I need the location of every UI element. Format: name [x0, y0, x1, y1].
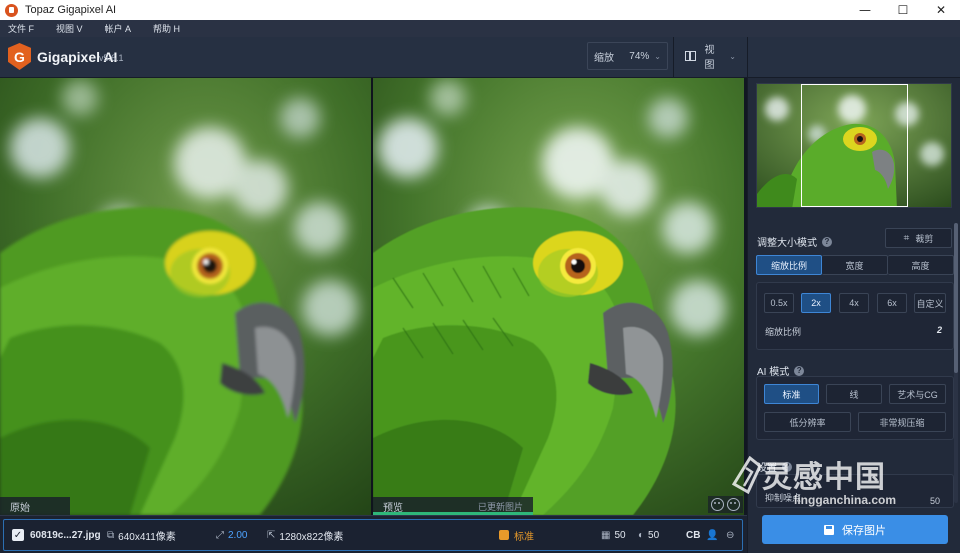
window-controls: — ☐ ✕	[846, 0, 960, 20]
zoom-dropdown[interactable]: 缩放 74% ⌄	[587, 42, 668, 70]
menu-bar: 文件 F 视图 V 帐户 A 帮助 H	[0, 20, 960, 37]
export-icon: ⇱	[267, 529, 276, 541]
chevron-down-icon: ⌄	[654, 51, 661, 61]
crop-icon: ⌗	[903, 232, 910, 244]
menu-file[interactable]: 文件 F	[8, 22, 34, 35]
image-viewer[interactable]: 原始 预览 已更新图片	[0, 78, 747, 515]
split-view-icon	[685, 51, 697, 61]
remove-file-icon[interactable]: ⊖	[726, 530, 738, 541]
menu-view[interactable]: 视图 V	[56, 22, 83, 35]
file-select-checkbox[interactable]: ✓	[12, 529, 24, 541]
scale-factor: ⤢ 2.00	[216, 530, 247, 541]
scale-4x-button[interactable]: 4x	[839, 293, 869, 313]
compare-feedback-icons	[708, 496, 743, 513]
parrot-preview-image	[373, 78, 744, 515]
original-label: 原始	[0, 497, 70, 515]
view-dropdown[interactable]: 视图 ⌄	[677, 42, 744, 71]
tab-height[interactable]: 高度	[888, 255, 954, 275]
scale-ratio-value: 2	[937, 325, 943, 335]
noise-value-text: 50	[614, 529, 626, 541]
menu-account[interactable]: 帐户 A	[105, 22, 132, 35]
suppress-noise-value: 50	[930, 496, 941, 506]
smile-icon[interactable]	[711, 498, 724, 511]
save-image-label: 保存图片	[842, 524, 886, 537]
toolbar-divider	[747, 37, 748, 78]
panel-scroll-thumb[interactable]	[954, 223, 958, 373]
file-status-bar: ✓ 60819c...27.jpg ⧉ 640x411像素 ⤢ 2.00 ⇱ 1…	[0, 515, 747, 553]
expand-icon: ⤢	[216, 529, 224, 541]
app-version: v5.6.1	[99, 53, 124, 63]
app-toolbar: G Gigapixel AI v5.6.1 缩放 74% ⌄ 视图 ⌄	[0, 37, 960, 78]
output-size-text: 1280x822像素	[279, 531, 344, 543]
settings-title: 设置 ?	[757, 459, 792, 474]
menu-help[interactable]: 帮助 H	[153, 22, 180, 35]
scale-6x-button[interactable]: 6x	[877, 293, 907, 313]
scale-ratio-label: 缩放比例	[765, 327, 802, 337]
file-name: 60819c...27.jpg	[30, 529, 101, 541]
panel-scrollbar[interactable]	[954, 223, 958, 503]
scale-2x-button[interactable]: 2x	[801, 293, 831, 313]
help-icon[interactable]: ?	[822, 236, 832, 247]
ai-mode-art-cg-button[interactable]: 艺术与CG	[889, 384, 946, 404]
original-image-pane[interactable]	[0, 78, 371, 515]
resize-mode-title: 调整大小模式 ?	[757, 234, 832, 249]
crop-button[interactable]: ⌗ 裁剪	[885, 228, 952, 248]
blur-icon: ◐	[638, 529, 645, 541]
settings-title-text: 设置	[757, 463, 777, 474]
color-label: CB	[686, 529, 701, 541]
navigator-thumbnail[interactable]	[756, 83, 952, 208]
scale-custom-button[interactable]: 自定义	[914, 293, 946, 313]
window-title: Topaz Gigapixel AI	[25, 4, 117, 16]
app-logo-icon	[5, 3, 18, 17]
settings-panel: 调整大小模式 ? ⌗ 裁剪 缩放比例 宽度 高度 0.5x 2x 4x 6x 自…	[747, 78, 960, 553]
maximize-button[interactable]: ☐	[884, 0, 922, 20]
help-icon[interactable]: ?	[794, 365, 805, 376]
resize-mode-title-text: 调整大小模式	[757, 238, 817, 249]
save-image-button[interactable]: 保存图片	[762, 515, 948, 544]
preview-image-pane[interactable]	[373, 78, 744, 515]
ai-mode-icon	[499, 530, 509, 540]
ai-mode-lines-button[interactable]: 线	[826, 384, 882, 404]
ai-mode-very-compressed-button[interactable]: 非常规压缩	[858, 412, 946, 432]
minimize-button[interactable]: —	[846, 0, 884, 20]
ai-mode-text: 标准	[514, 531, 534, 543]
ai-mode-low-res-button[interactable]: 低分辨率	[764, 412, 851, 432]
original-label-text: 原始	[10, 502, 30, 514]
tab-scale-ratio[interactable]: 缩放比例	[756, 255, 822, 275]
image-size-icon: ⧉	[107, 529, 115, 541]
zoom-label: 缩放	[594, 52, 614, 64]
parrot-original-image	[0, 78, 371, 515]
chevron-down-icon: ⌄	[729, 51, 736, 61]
save-icon	[824, 524, 834, 535]
noise-icon: ▦	[601, 529, 611, 541]
toolbar-divider	[673, 37, 674, 78]
original-size: ⧉ 640x411像素	[107, 528, 176, 543]
face-refine-icon: 👤	[706, 529, 719, 541]
blur-value-text: 50	[648, 529, 660, 541]
noise-value: ▦ 50	[601, 530, 626, 541]
window-titlebar: Topaz Gigapixel AI — ☐ ✕	[0, 0, 960, 20]
suppress-noise-label: 抑制噪点	[765, 493, 802, 503]
preview-status-text: 已更新图片	[477, 501, 523, 512]
original-size-text: 640x411像素	[118, 531, 176, 543]
tab-width[interactable]: 宽度	[822, 255, 888, 275]
output-size: ⇱ 1280x822像素	[267, 528, 343, 543]
gigapixel-logo-icon: G	[8, 43, 31, 70]
scale-factor-text: 2.00	[228, 529, 248, 541]
file-row[interactable]: ✓ 60819c...27.jpg ⧉ 640x411像素 ⤢ 2.00 ⇱ 1…	[3, 519, 743, 551]
logo-letter: G	[14, 48, 25, 65]
help-icon[interactable]: ?	[782, 461, 792, 472]
close-button[interactable]: ✕	[922, 0, 960, 20]
view-label: 视图	[704, 45, 715, 71]
scale-0-5x-button[interactable]: 0.5x	[764, 293, 794, 313]
crop-button-label: 裁剪	[915, 233, 934, 244]
navigator-viewport-frame[interactable]	[801, 84, 908, 207]
frown-icon[interactable]	[727, 498, 740, 511]
ai-mode-badge: 标准	[499, 528, 534, 543]
ai-mode-standard-button[interactable]: 标准	[764, 384, 819, 404]
blur-value: ◐ 50	[638, 530, 659, 541]
zoom-value: 74%	[629, 50, 650, 62]
